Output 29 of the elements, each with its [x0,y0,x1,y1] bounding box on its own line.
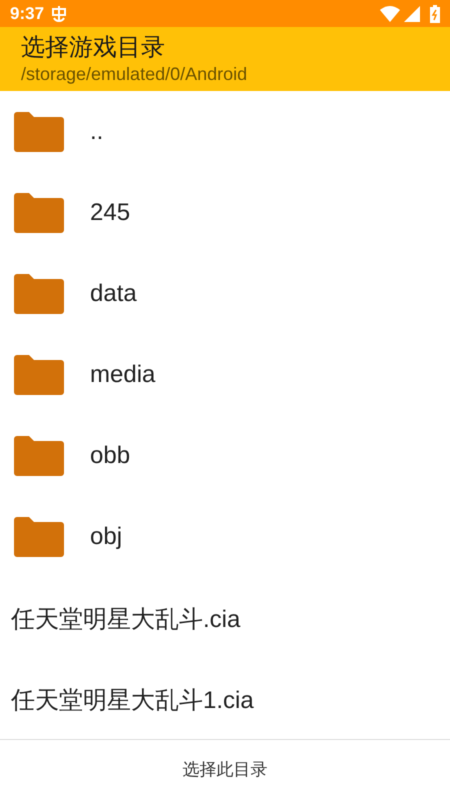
notification-icon [50,4,68,23]
folder-icon [14,436,64,476]
folder-icon [14,274,64,314]
signal-icon [404,6,420,22]
entry-name: 245 [90,198,130,228]
folder-row[interactable]: media [0,334,450,415]
status-time: 9:37 [10,2,44,25]
entry-name: obb [90,440,130,470]
entry-name: 任天堂明星大乱斗.cia [11,604,240,634]
folder-row[interactable]: data [0,253,450,334]
entry-name: .. [90,116,104,146]
folder-row[interactable]: 245 [0,172,450,253]
entry-name: media [90,360,156,390]
header-title: 选择游戏目录 [21,33,166,64]
wifi-icon [380,6,400,22]
folder-row[interactable]: .. [0,91,450,172]
header-path: /storage/emulated/0/Android [21,63,248,86]
file-row[interactable]: 任天堂明星大乱斗.cia [0,577,450,658]
folder-icon [14,354,64,394]
folder-icon [14,192,64,232]
entry-name: 任天堂明星大乱斗1.cia [11,686,254,716]
entry-name: obj [90,522,122,552]
battery-icon [430,4,440,23]
file-row[interactable]: 任天堂明星大乱斗1.cia [0,658,450,739]
folder-icon [14,516,64,556]
folder-icon [14,112,64,152]
folder-row[interactable]: obj [0,496,450,577]
entry-name: data [90,278,137,308]
folder-row[interactable]: obb [0,415,450,496]
